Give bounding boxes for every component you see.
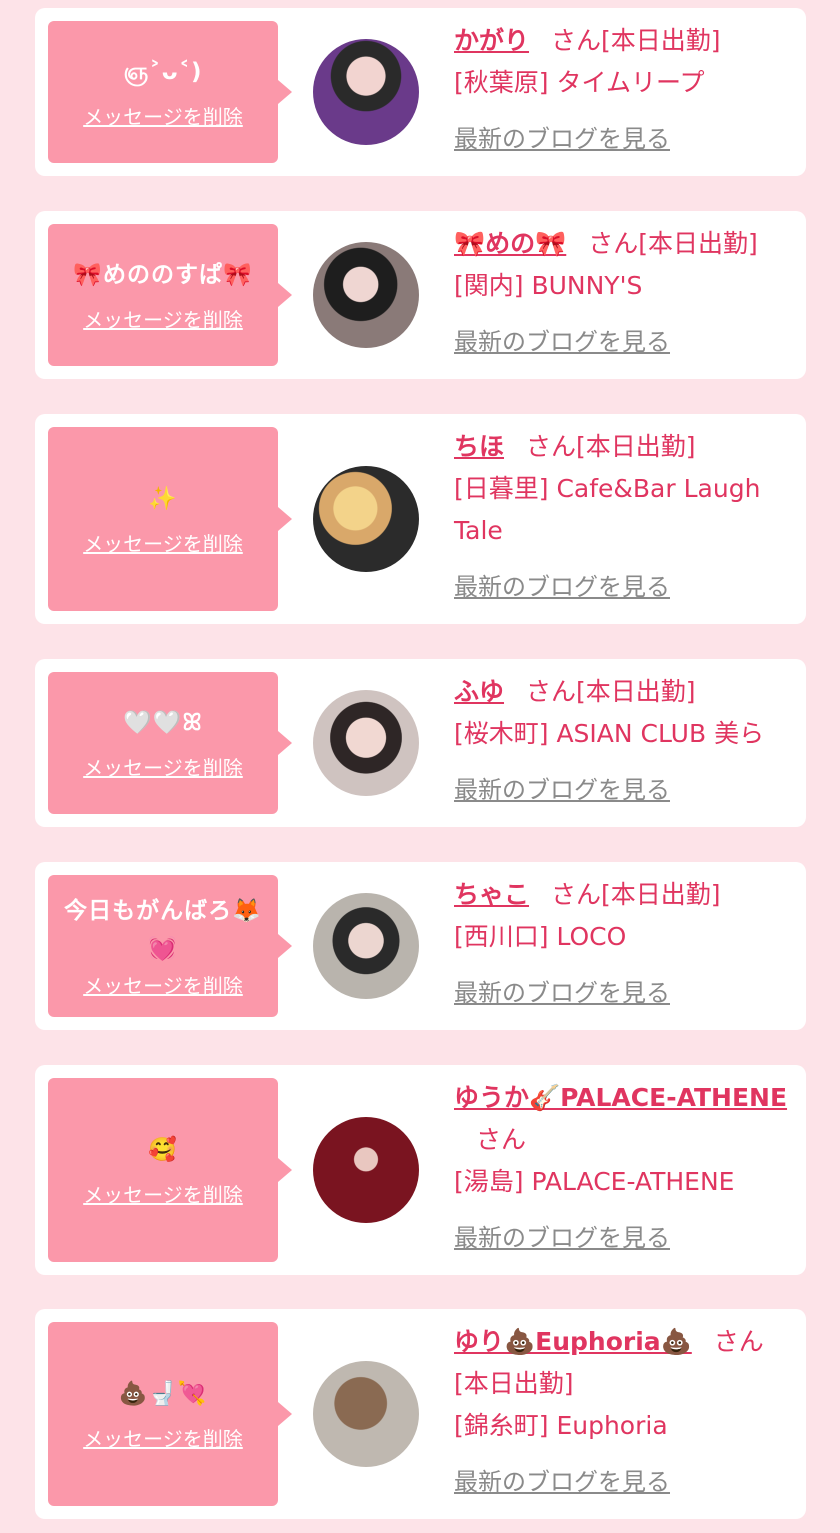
- latest-blog-link[interactable]: 最新のブログを見る: [454, 1461, 670, 1503]
- delete-message-button[interactable]: メッセージを削除: [83, 103, 243, 131]
- delete-message-button[interactable]: メッセージを削除: [83, 306, 243, 334]
- cast-card: ✨ メッセージを削除 ちほ さん[本日出勤] [日暮里] Cafe&Bar Lau…: [35, 414, 806, 624]
- cast-info: ちほ さん[本日出勤] [日暮里] Cafe&Bar Laugh Tale 最新の…: [454, 426, 794, 608]
- honorific: さん: [713, 1327, 764, 1356]
- latest-blog-link[interactable]: 最新のブログを見る: [454, 769, 670, 811]
- cast-card: 🎀めののすぱ🎀 メッセージを削除 🎀めの🎀 さん[本日出勤] [関内] BUNNY…: [35, 211, 806, 379]
- message-text: 🤍🤍ꕤ: [123, 710, 203, 736]
- cast-info: ゆうか🎸PALACE-ATHENE さん [湯島] PALACE-ATHENE 最…: [454, 1077, 794, 1259]
- honorific: さん: [588, 229, 639, 258]
- cast-name-link[interactable]: ちゃこ: [454, 880, 529, 909]
- message-bubble: 💩🚽💘 メッセージを削除: [48, 1322, 292, 1506]
- cast-name-link[interactable]: かがり: [454, 26, 529, 55]
- shop-info: [湯島] PALACE-ATHENE: [454, 1167, 735, 1196]
- cast-info: ちゃこ さん[本日出勤] [西川口] LOCO 最新のブログを見る: [454, 874, 794, 1014]
- honorific: さん: [526, 677, 577, 706]
- message-text: 🥰: [148, 1137, 178, 1163]
- cast-card: 🥰 メッセージを削除 ゆうか🎸PALACE-ATHENE さん [湯島] PALA…: [35, 1065, 806, 1275]
- message-bubble: 🎀めののすぱ🎀 メッセージを削除: [48, 224, 292, 366]
- shop-info: [関内] BUNNY'S: [454, 271, 643, 300]
- shop-info: [桜木町] ASIAN CLUB 美ら: [454, 719, 765, 748]
- attendance-status: [本日出勤]: [576, 432, 696, 461]
- latest-blog-link[interactable]: 最新のブログを見る: [454, 321, 670, 363]
- attendance-status: [本日出勤]: [601, 26, 721, 55]
- delete-message-button[interactable]: メッセージを削除: [83, 1425, 243, 1453]
- attendance-status: [本日出勤]: [454, 1369, 574, 1398]
- honorific: さん: [551, 880, 602, 909]
- delete-message-button[interactable]: メッセージを削除: [83, 972, 243, 1000]
- message-text: 💩🚽💘: [118, 1381, 208, 1407]
- latest-blog-link[interactable]: 最新のブログを見る: [454, 118, 670, 160]
- message-text: ஞ˃ᴗ˂): [123, 59, 203, 85]
- honorific: さん: [476, 1125, 527, 1154]
- avatar[interactable]: [313, 690, 419, 796]
- shop-info: [錦糸町] Euphoria: [454, 1411, 668, 1440]
- favorite-cast-list: ஞ˃ᴗ˂) メッセージを削除 かがり さん[本日出勤] [秋葉原] タイムリープ …: [0, 0, 840, 1533]
- cast-info: かがり さん[本日出勤] [秋葉原] タイムリープ 最新のブログを見る: [454, 20, 794, 160]
- message-bubble: 🥰 メッセージを削除: [48, 1078, 292, 1262]
- avatar[interactable]: [313, 893, 419, 999]
- message-text: ✨: [148, 486, 178, 512]
- message-text: 今日もがんばろ🦊💓: [64, 898, 262, 962]
- latest-blog-link[interactable]: 最新のブログを見る: [454, 566, 670, 608]
- cast-card: 💩🚽💘 メッセージを削除 ゆり💩Euphoria💩 さん [本日出勤] [錦糸町]…: [35, 1309, 806, 1519]
- shop-info: [日暮里] Cafe&Bar Laugh Tale: [454, 474, 761, 545]
- message-text: 🎀めののすぱ🎀: [73, 262, 253, 288]
- cast-info: ゆり💩Euphoria💩 さん [本日出勤] [錦糸町] Euphoria 最新の…: [454, 1321, 794, 1503]
- cast-name-link[interactable]: ちほ: [454, 432, 504, 461]
- cast-name-link[interactable]: ふゆ: [454, 677, 504, 706]
- message-bubble: ஞ˃ᴗ˂) メッセージを削除: [48, 21, 292, 163]
- delete-message-button[interactable]: メッセージを削除: [83, 754, 243, 782]
- shop-info: [西川口] LOCO: [454, 922, 627, 951]
- message-bubble: ✨ メッセージを削除: [48, 427, 292, 611]
- avatar[interactable]: [313, 242, 419, 348]
- honorific: さん: [551, 26, 602, 55]
- cast-card: ஞ˃ᴗ˂) メッセージを削除 かがり さん[本日出勤] [秋葉原] タイムリープ …: [35, 8, 806, 176]
- cast-name-link[interactable]: ゆり💩Euphoria💩: [454, 1327, 692, 1356]
- cast-name-link[interactable]: 🎀めの🎀: [454, 229, 566, 258]
- cast-info: 🎀めの🎀 さん[本日出勤] [関内] BUNNY'S 最新のブログを見る: [454, 223, 794, 363]
- message-bubble: 今日もがんばろ🦊💓 メッセージを削除: [48, 875, 292, 1017]
- latest-blog-link[interactable]: 最新のブログを見る: [454, 1217, 670, 1259]
- avatar[interactable]: [313, 466, 419, 572]
- shop-info: [秋葉原] タイムリープ: [454, 68, 705, 97]
- attendance-status: [本日出勤]: [576, 677, 696, 706]
- honorific: さん: [526, 432, 577, 461]
- attendance-status: [本日出勤]: [601, 880, 721, 909]
- cast-card: 今日もがんばろ🦊💓 メッセージを削除 ちゃこ さん[本日出勤] [西川口] LOC…: [35, 862, 806, 1030]
- message-bubble: 🤍🤍ꕤ メッセージを削除: [48, 672, 292, 814]
- cast-card: 🤍🤍ꕤ メッセージを削除 ふゆ さん[本日出勤] [桜木町] ASIAN CLUB…: [35, 659, 806, 827]
- cast-name-link[interactable]: ゆうか🎸PALACE-ATHENE: [454, 1083, 787, 1112]
- delete-message-button[interactable]: メッセージを削除: [83, 530, 243, 558]
- attendance-status: [本日出勤]: [638, 229, 758, 258]
- latest-blog-link[interactable]: 最新のブログを見る: [454, 972, 670, 1014]
- avatar[interactable]: [313, 39, 419, 145]
- cast-info: ふゆ さん[本日出勤] [桜木町] ASIAN CLUB 美ら 最新のブログを見る: [454, 671, 794, 811]
- delete-message-button[interactable]: メッセージを削除: [83, 1181, 243, 1209]
- avatar[interactable]: [313, 1361, 419, 1467]
- avatar[interactable]: [313, 1117, 419, 1223]
